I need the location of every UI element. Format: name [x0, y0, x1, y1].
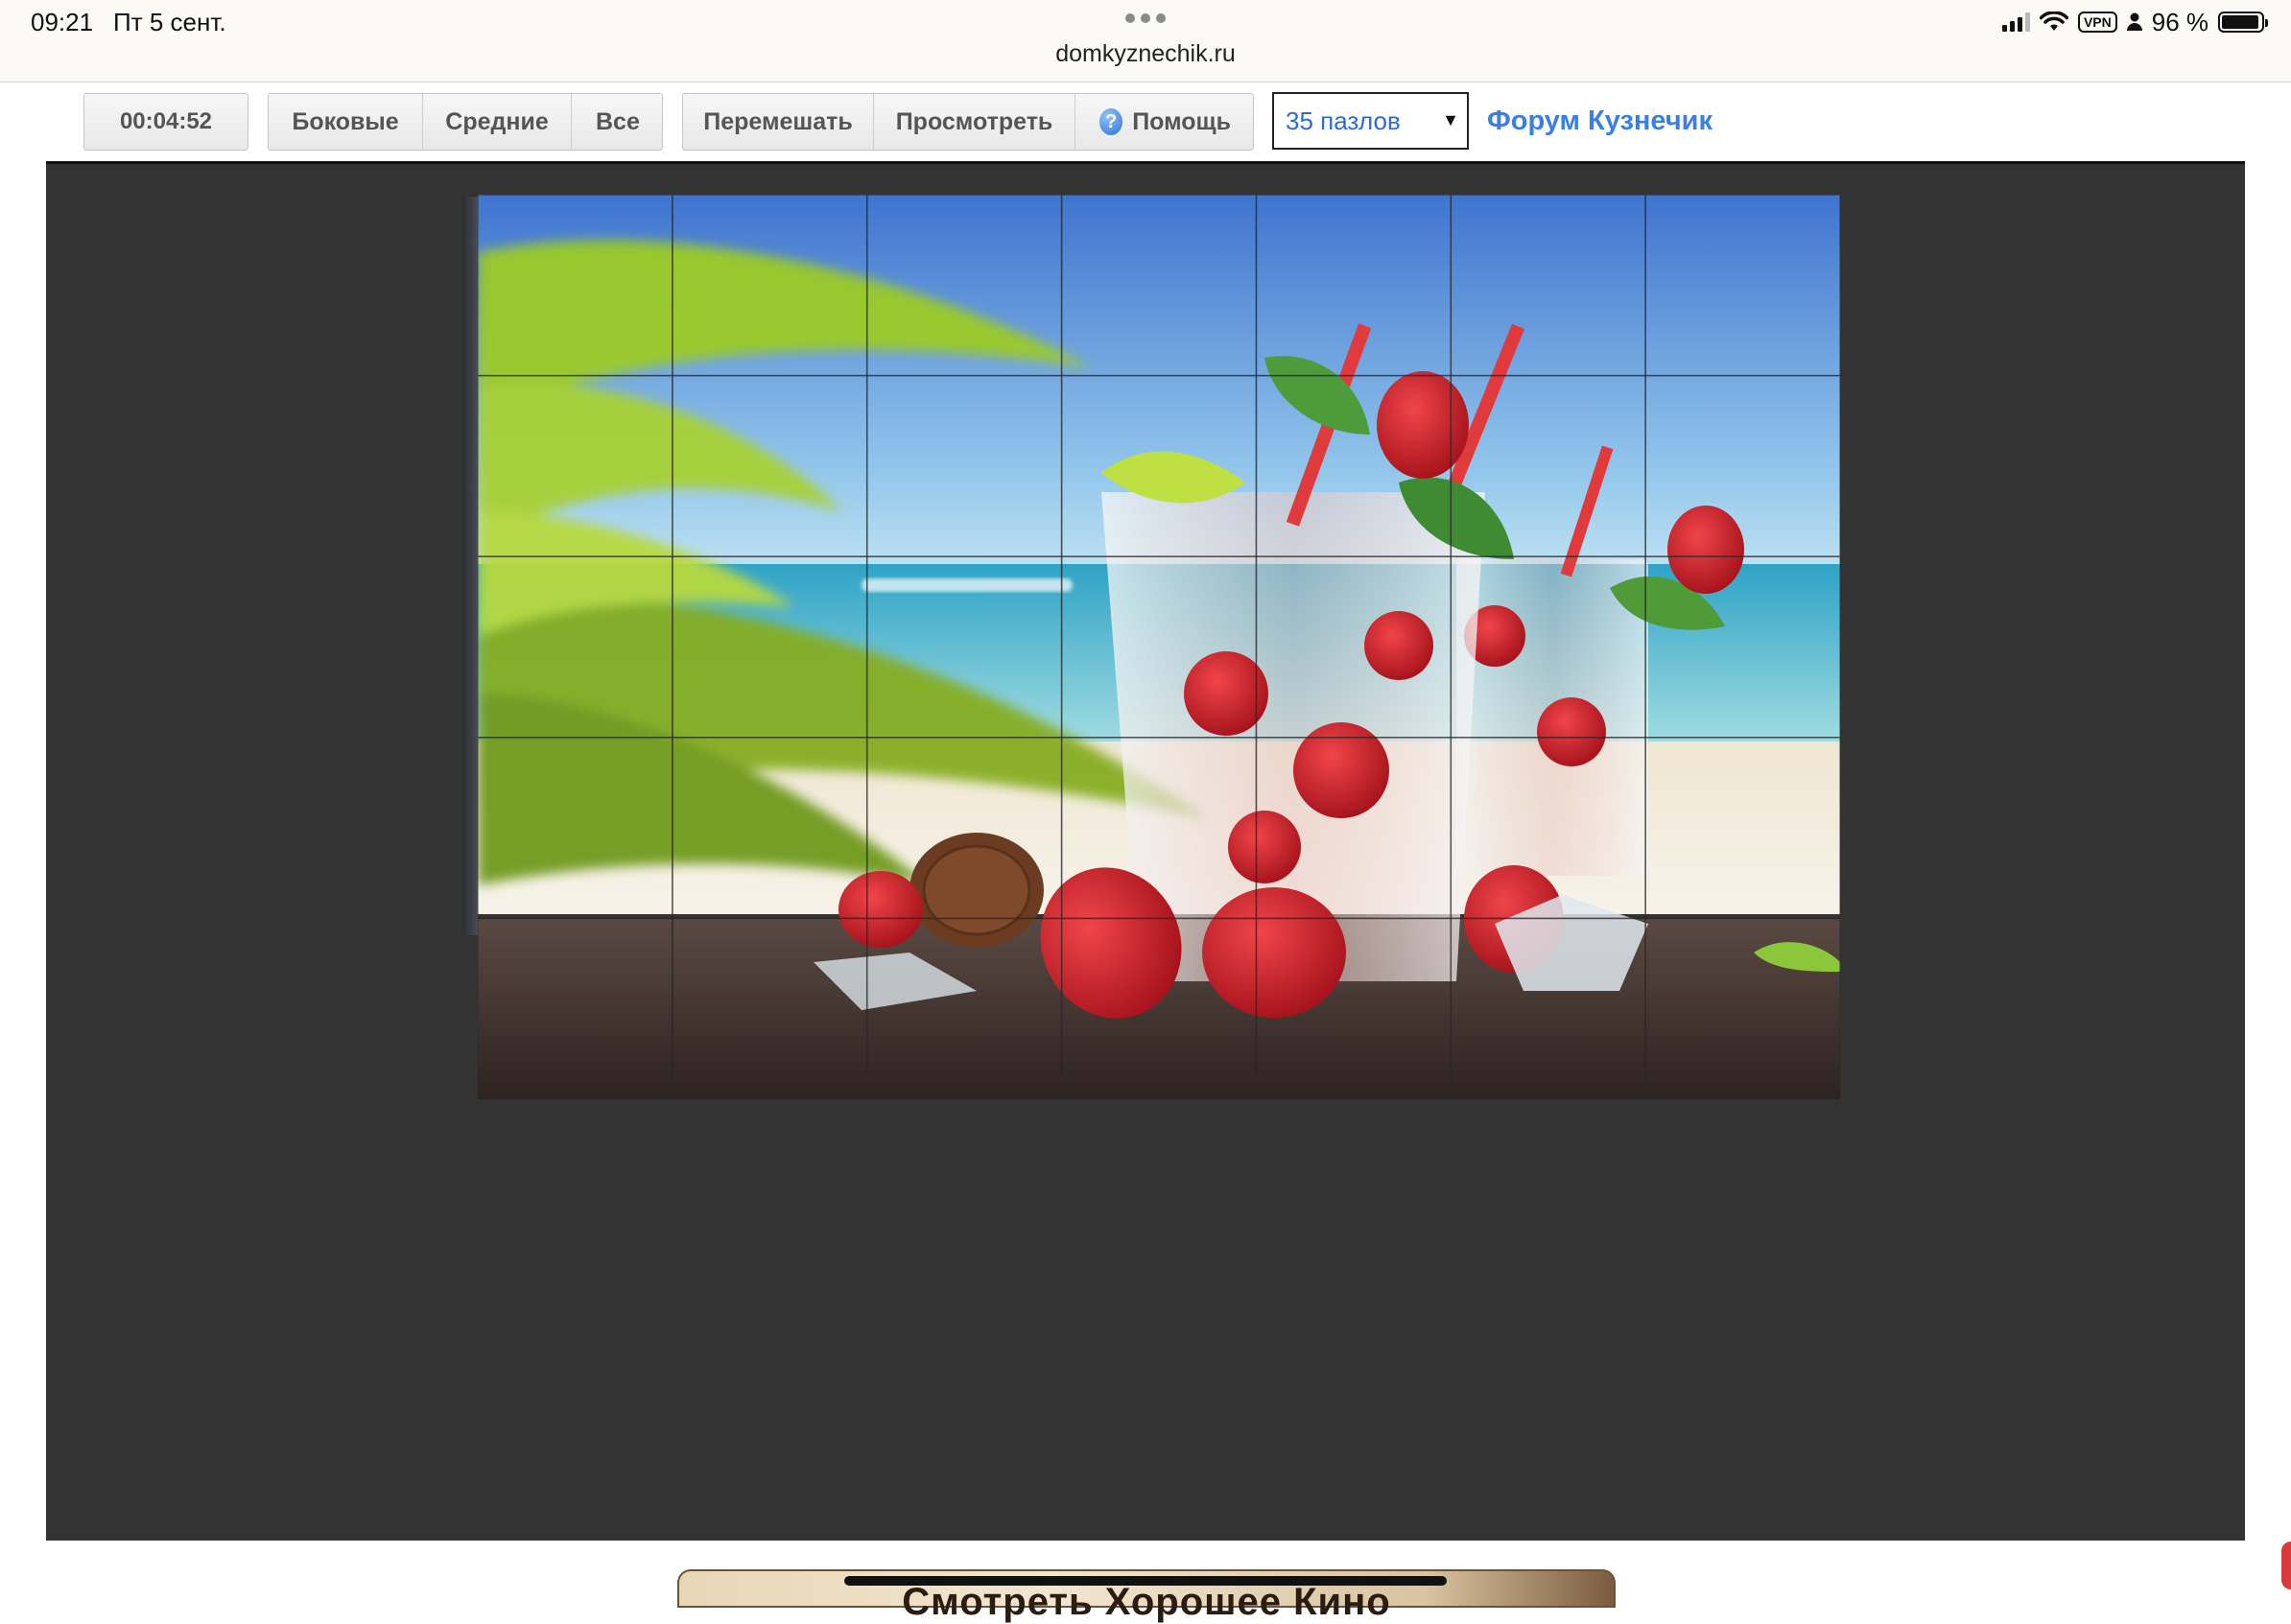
- vpn-badge: VPN: [2077, 12, 2117, 33]
- elapsed-timer: 00:04:52: [119, 108, 213, 134]
- puzzle-piece[interactable]: [478, 374, 673, 557]
- puzzle-piece[interactable]: [672, 374, 868, 557]
- help-icon: ?: [1099, 108, 1123, 135]
- puzzle-piece[interactable]: [672, 737, 868, 920]
- side-tab[interactable]: [2281, 1542, 2291, 1589]
- puzzle-piece[interactable]: [1060, 737, 1258, 920]
- preview-button[interactable]: Просмотреть: [874, 94, 1075, 150]
- ad-banner[interactable]: Смотреть Хорошее Кино: [677, 1569, 1616, 1623]
- puzzle-piece[interactable]: [1060, 195, 1258, 377]
- puzzle-grid: [478, 195, 1840, 1099]
- puzzle-piece[interactable]: [672, 555, 868, 739]
- puzzle-piece[interactable]: [1255, 737, 1453, 920]
- puzzle-piece[interactable]: [478, 555, 673, 739]
- clock: 09:21: [31, 8, 94, 36]
- puzzle-piece[interactable]: [672, 917, 868, 1099]
- address-bar-url[interactable]: domkyznechik.ru: [0, 40, 2291, 68]
- puzzle-piece[interactable]: [672, 195, 868, 377]
- home-indicator[interactable]: [844, 1576, 1447, 1586]
- puzzle-piece[interactable]: [865, 374, 1063, 557]
- wifi-icon: [2039, 12, 2068, 31]
- battery-icon: [2218, 12, 2268, 33]
- piece-edge-shadow: [462, 197, 478, 935]
- puzzle-piece[interactable]: [1450, 737, 1646, 920]
- piece-count-value: 35 пазлов: [1286, 106, 1401, 135]
- puzzle-piece[interactable]: [1255, 555, 1453, 739]
- ad-banner-text: Смотреть Хорошее Кино: [902, 1581, 1391, 1623]
- multitasking-dots-icon[interactable]: [1125, 13, 1166, 23]
- puzzle-piece[interactable]: [1255, 374, 1453, 557]
- help-label: Помощь: [1132, 107, 1231, 135]
- timer-box: 00:04:52: [83, 93, 248, 151]
- cellular-signal-icon: [2001, 12, 2030, 32]
- puzzle-piece[interactable]: [1450, 195, 1646, 377]
- shuffle-button[interactable]: Перемешать: [683, 94, 874, 150]
- battery-percent: 96 %: [2151, 7, 2208, 36]
- puzzle-piece[interactable]: [1644, 917, 1840, 1099]
- puzzle-piece[interactable]: [865, 917, 1063, 1099]
- puzzle-piece[interactable]: [1644, 555, 1840, 739]
- puzzle-piece[interactable]: [865, 195, 1063, 377]
- puzzle-piece[interactable]: [1644, 737, 1840, 920]
- filter-edges-button[interactable]: Боковые: [269, 94, 423, 150]
- stage-border: [46, 161, 2245, 164]
- piece-count-select[interactable]: 35 пазлов ▼: [1272, 92, 1469, 150]
- puzzle-piece[interactable]: [1450, 917, 1646, 1099]
- puzzle-piece[interactable]: [1644, 374, 1840, 557]
- puzzle-piece[interactable]: [1060, 917, 1258, 1099]
- filter-all-button[interactable]: Все: [572, 94, 664, 150]
- puzzle-piece[interactable]: [1450, 374, 1646, 557]
- dropdown-arrow-icon: ▼: [1442, 110, 1459, 129]
- action-group: Перемешать Просмотреть ? Помощь: [682, 93, 1254, 151]
- puzzle-piece[interactable]: [1060, 555, 1258, 739]
- edge-filter-group: Боковые Средние Все: [268, 93, 663, 151]
- status-icons: VPN 96 %: [2001, 6, 2268, 38]
- puzzle-piece[interactable]: [865, 737, 1063, 920]
- puzzle-piece[interactable]: [478, 737, 673, 920]
- forum-link[interactable]: Форум Кузнечик: [1487, 106, 1712, 137]
- filter-middle-button[interactable]: Средние: [423, 94, 572, 150]
- puzzle-piece[interactable]: [865, 555, 1063, 739]
- puzzle-piece[interactable]: [1450, 555, 1646, 739]
- puzzle-piece[interactable]: [478, 917, 673, 1099]
- puzzle-piece[interactable]: [478, 195, 673, 377]
- help-button[interactable]: ? Помощь: [1075, 94, 1255, 150]
- puzzle-board[interactable]: [478, 195, 1840, 1099]
- puzzle-piece[interactable]: [1644, 195, 1840, 377]
- puzzle-piece[interactable]: [1255, 917, 1453, 1099]
- puzzle-piece[interactable]: [1255, 195, 1453, 377]
- date: Пт 5 сент.: [113, 8, 226, 36]
- puzzle-piece[interactable]: [1060, 374, 1258, 557]
- person-icon: [2126, 12, 2142, 31]
